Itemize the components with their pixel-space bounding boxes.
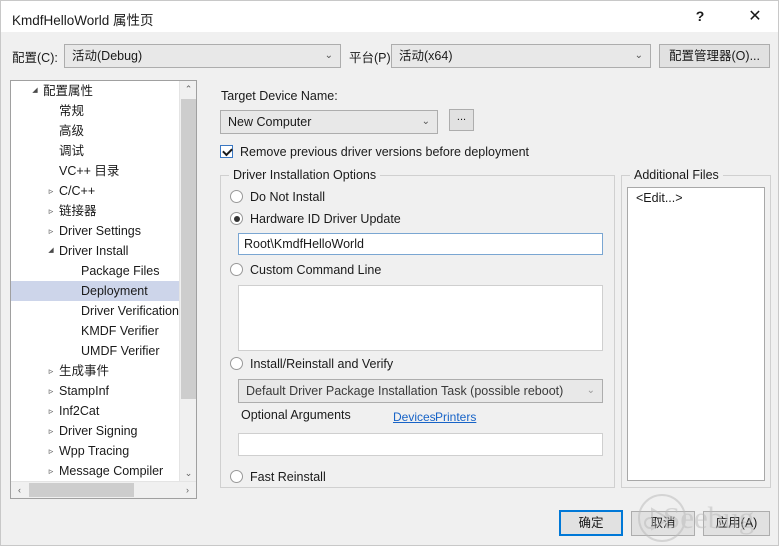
radio-hardware-id-driver-update-label: Hardware ID Driver Update [250, 212, 401, 226]
optional-arguments-label: Optional Arguments [241, 408, 351, 422]
printers-link[interactable]: Printers [435, 410, 476, 424]
radio-custom-command-line[interactable]: Custom Command Line [230, 262, 381, 278]
radio-hardware-id-driver-update[interactable]: Hardware ID Driver Update [230, 211, 401, 227]
ok-button[interactable]: 确定 [559, 510, 623, 536]
list-item[interactable]: <Edit...> [628, 188, 764, 208]
radio-fast-reinstall-label: Fast Reinstall [250, 470, 326, 484]
installation-task-combo[interactable]: Default Driver Package Installation Task… [238, 379, 603, 403]
chevron-down-icon: ⌄ [586, 385, 595, 396]
target-device-name-combo[interactable]: New Computer ⌄ [220, 110, 438, 134]
additional-files-listbox[interactable]: <Edit...> [627, 187, 765, 481]
radio-fast-reinstall[interactable]: Fast Reinstall [230, 469, 326, 485]
radio-install-reinstall-and-verify-label: Install/Reinstall and Verify [250, 357, 394, 371]
hardware-id-input[interactable]: Root\KmdfHelloWorld [238, 233, 603, 255]
devices-link[interactable]: Devices [393, 410, 436, 424]
optional-arguments-input[interactable] [238, 433, 603, 456]
additional-files-title: Additional Files [630, 168, 723, 182]
driver-installation-options-title: Driver Installation Options [229, 168, 381, 182]
remove-previous-versions-label: Remove previous driver versions before d… [240, 145, 530, 159]
remove-previous-versions-checkbox[interactable]: Remove previous driver versions before d… [220, 144, 529, 160]
radio-install-reinstall-and-verify[interactable]: Install/Reinstall and Verify [230, 356, 393, 372]
radio-do-not-install[interactable]: Do Not Install [230, 189, 325, 205]
custom-command-line-input[interactable] [238, 285, 603, 351]
deployment-settings-pane: Target Device Name: New Computer ⌄ ... R… [1, 1, 778, 545]
target-device-name-label: Target Device Name: [221, 89, 338, 103]
property-pages-dialog: KmdfHelloWorld 属性页 ? ✕ 配置(C): 活动(Debug) … [0, 0, 779, 546]
browse-device-button[interactable]: ... [449, 109, 474, 131]
chevron-down-icon: ⌄ [421, 116, 430, 127]
cancel-button[interactable]: 取消 [631, 511, 695, 536]
installation-task-value: Default Driver Package Installation Task… [246, 384, 564, 398]
target-device-name-value: New Computer [228, 115, 312, 129]
apply-button[interactable]: 应用(A) [703, 511, 770, 536]
radio-custom-command-line-label: Custom Command Line [250, 263, 382, 277]
radio-do-not-install-label: Do Not Install [250, 190, 326, 204]
